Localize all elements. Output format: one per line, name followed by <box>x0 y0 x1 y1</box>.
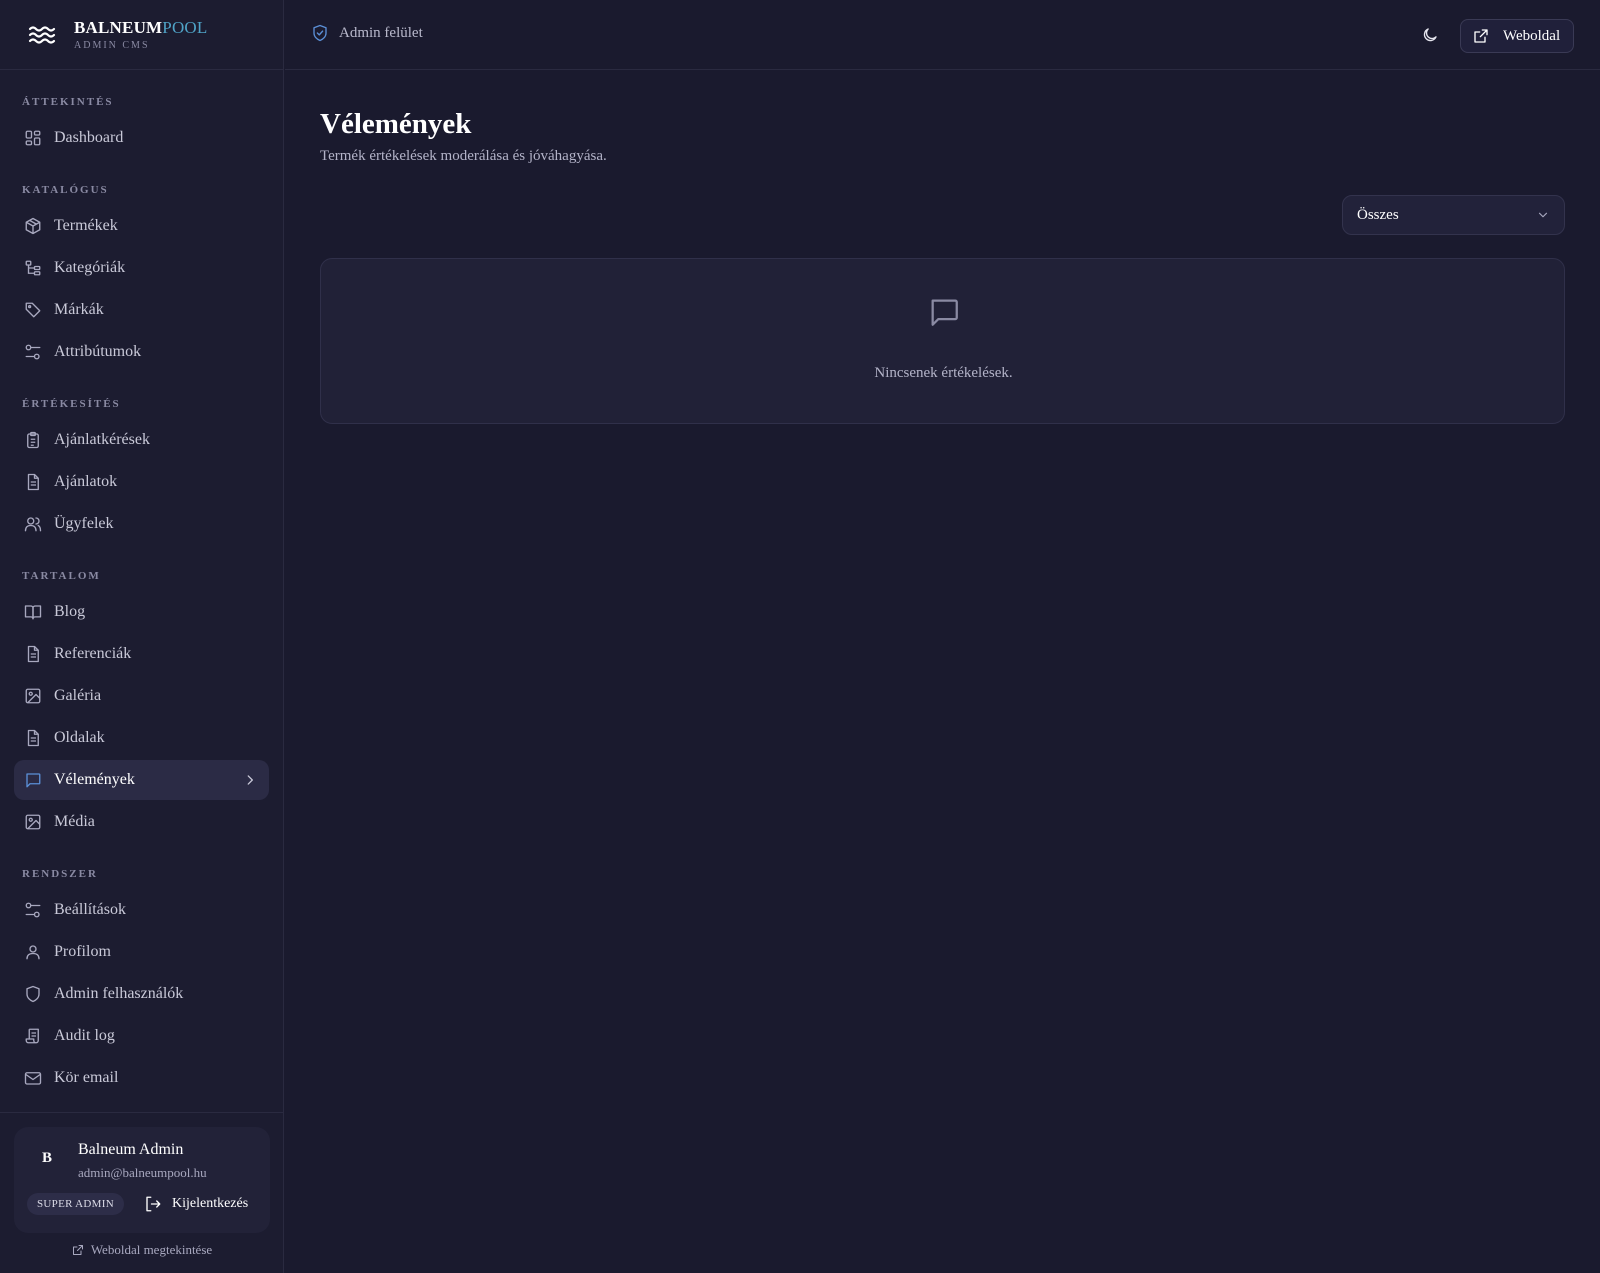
sidebar-item-label: Kategóriák <box>54 259 126 276</box>
message-icon <box>931 299 958 326</box>
topbar-title-text: Admin felület <box>339 24 423 41</box>
brand-name-primary: BALNEUM <box>74 18 163 37</box>
user-email: admin@balneumpool.hu <box>78 1165 207 1180</box>
sidebar-item-label: Média <box>54 813 95 830</box>
brand[interactable]: BALNEUMPOOL ADMIN CMS <box>0 0 283 70</box>
website-button-label: Weboldal <box>1503 27 1561 44</box>
mail-icon <box>24 1072 42 1085</box>
sidebar-item-label: Audit log <box>54 1027 115 1044</box>
sliders-icon <box>25 902 41 918</box>
logout-label: Kijelentkezés <box>172 1196 249 1211</box>
image-icon <box>25 688 41 704</box>
brand-name: BALNEUMPOOL <box>74 18 208 38</box>
scroll-icon <box>25 1028 39 1044</box>
section-title-system: RENDSZER <box>22 868 98 880</box>
section-title-overview: ÁTTEKINTÉS <box>22 96 114 108</box>
user-icon <box>26 945 40 960</box>
sidebar-item-media[interactable]: Média <box>14 802 269 842</box>
tree-icon <box>25 260 41 276</box>
sidebar-item-label: Vélemények <box>54 771 135 788</box>
dashboard-icon <box>25 130 41 146</box>
document-icon <box>27 473 39 491</box>
role-badge: SUPER ADMIN <box>27 1193 124 1215</box>
sidebar-item-label: Kör email <box>54 1069 119 1086</box>
sidebar-item-reviews[interactable]: Vélemények <box>14 760 269 800</box>
tag-icon <box>25 302 41 318</box>
chevron-down-icon <box>1538 212 1548 218</box>
view-website-label: Weboldal megtekintése <box>90 1242 213 1257</box>
sidebar-item-references[interactable]: Referenciák <box>14 634 269 674</box>
users-icon <box>24 517 42 532</box>
sidebar-item-customers[interactable]: Ügyfelek <box>14 504 269 544</box>
topbar: Admin felület Weboldal <box>285 0 1600 70</box>
brand-subtitle: ADMIN CMS <box>74 40 150 51</box>
sidebar-item-dashboard[interactable]: Dashboard <box>14 118 269 158</box>
sidebar-item-label: Referenciák <box>54 645 132 662</box>
sidebar-item-label: Ajánlatok <box>54 473 118 490</box>
user-card: B Balneum Admin admin@balneumpool.hu SUP… <box>14 1127 270 1233</box>
sidebar-item-settings[interactable]: Beállítások <box>14 890 269 930</box>
sidebar-item-label: Dashboard <box>54 129 124 146</box>
sidebar-divider <box>0 1112 284 1113</box>
page-subtitle: Termék értékelések moderálása és jóváhag… <box>320 148 607 164</box>
sidebar-item-quote-requests[interactable]: Ajánlatkérések <box>14 420 269 460</box>
sidebar-item-label: Admin felhasználók <box>54 985 184 1002</box>
empty-state-message: Nincsenek értékelések. <box>874 365 1013 381</box>
empty-state-card: Nincsenek értékelések. <box>320 258 1565 424</box>
view-website-link[interactable]: Weboldal megtekintése <box>0 1242 284 1258</box>
external-link-icon <box>72 1245 83 1255</box>
external-link-icon <box>1474 29 1488 43</box>
sidebar-item-label: Attribútumok <box>54 343 142 360</box>
sidebar-item-label: Blog <box>54 603 86 620</box>
sidebar-item-label: Profilom <box>54 943 111 960</box>
waves-icon <box>28 25 56 44</box>
document-icon <box>27 645 39 663</box>
sidebar-item-attributes[interactable]: Attribútumok <box>14 332 269 372</box>
topbar-title: Admin felület <box>311 24 423 42</box>
sidebar-item-label: Ajánlatkérések <box>54 431 150 448</box>
image-icon <box>25 814 41 830</box>
shield-check-icon <box>313 24 327 42</box>
moon-icon[interactable] <box>1421 26 1439 44</box>
sidebar-item-brands[interactable]: Márkák <box>14 290 269 330</box>
sidebar-item-label: Márkák <box>54 301 104 318</box>
sidebar-item-label: Beállítások <box>54 901 126 918</box>
book-icon <box>24 605 42 620</box>
sidebar-item-label: Galéria <box>54 687 102 704</box>
document-icon <box>27 729 39 747</box>
logout-icon <box>146 1196 161 1212</box>
sidebar-item-blog[interactable]: Blog <box>14 592 269 632</box>
website-button[interactable]: Weboldal <box>1460 19 1574 53</box>
sidebar-item-profile[interactable]: Profilom <box>14 932 269 972</box>
section-title-catalog: KATALÓGUS <box>22 184 109 196</box>
filter-value: Összes <box>1357 206 1399 223</box>
sliders-icon <box>25 344 41 360</box>
sidebar-item-label: Oldalak <box>54 729 105 746</box>
sidebar-item-label: Ügyfelek <box>54 515 114 532</box>
section-title-content: TARTALOM <box>22 570 101 582</box>
status-filter-select[interactable]: Összes <box>1342 195 1565 235</box>
sidebar-nav: ÁTTEKINTÉS Dashboard KATALÓGUS Termékek … <box>0 70 283 1098</box>
sidebar-item-pages[interactable]: Oldalak <box>14 718 269 758</box>
clipboard-icon <box>27 431 39 449</box>
sidebar-item-products[interactable]: Termékek <box>14 206 269 246</box>
box-icon <box>25 217 41 235</box>
sidebar-item-newsletter[interactable]: Kör email <box>14 1058 269 1098</box>
shield-icon <box>26 985 40 1003</box>
sidebar-item-label: Termékek <box>54 217 118 234</box>
sidebar-item-quotes[interactable]: Ajánlatok <box>14 462 269 502</box>
sidebar-item-admin-users[interactable]: Admin felhasználók <box>14 974 269 1014</box>
chevron-right-icon <box>247 775 253 785</box>
page-title: Vélemények <box>320 108 472 140</box>
avatar: B <box>41 1149 52 1166</box>
sidebar-item-audit-log[interactable]: Audit log <box>14 1016 269 1056</box>
message-icon <box>26 773 41 788</box>
section-title-sales: ÉRTÉKESÍTÉS <box>22 398 121 410</box>
sidebar-item-categories[interactable]: Kategóriák <box>14 248 269 288</box>
user-name: Balneum Admin <box>78 1141 184 1158</box>
brand-name-accent: POOL <box>162 18 208 37</box>
logout-button[interactable]: Kijelentkezés <box>144 1193 248 1215</box>
sidebar: BALNEUMPOOL ADMIN CMS ÁTTEKINTÉS Dashboa… <box>0 0 284 1273</box>
sidebar-item-gallery[interactable]: Galéria <box>14 676 269 716</box>
